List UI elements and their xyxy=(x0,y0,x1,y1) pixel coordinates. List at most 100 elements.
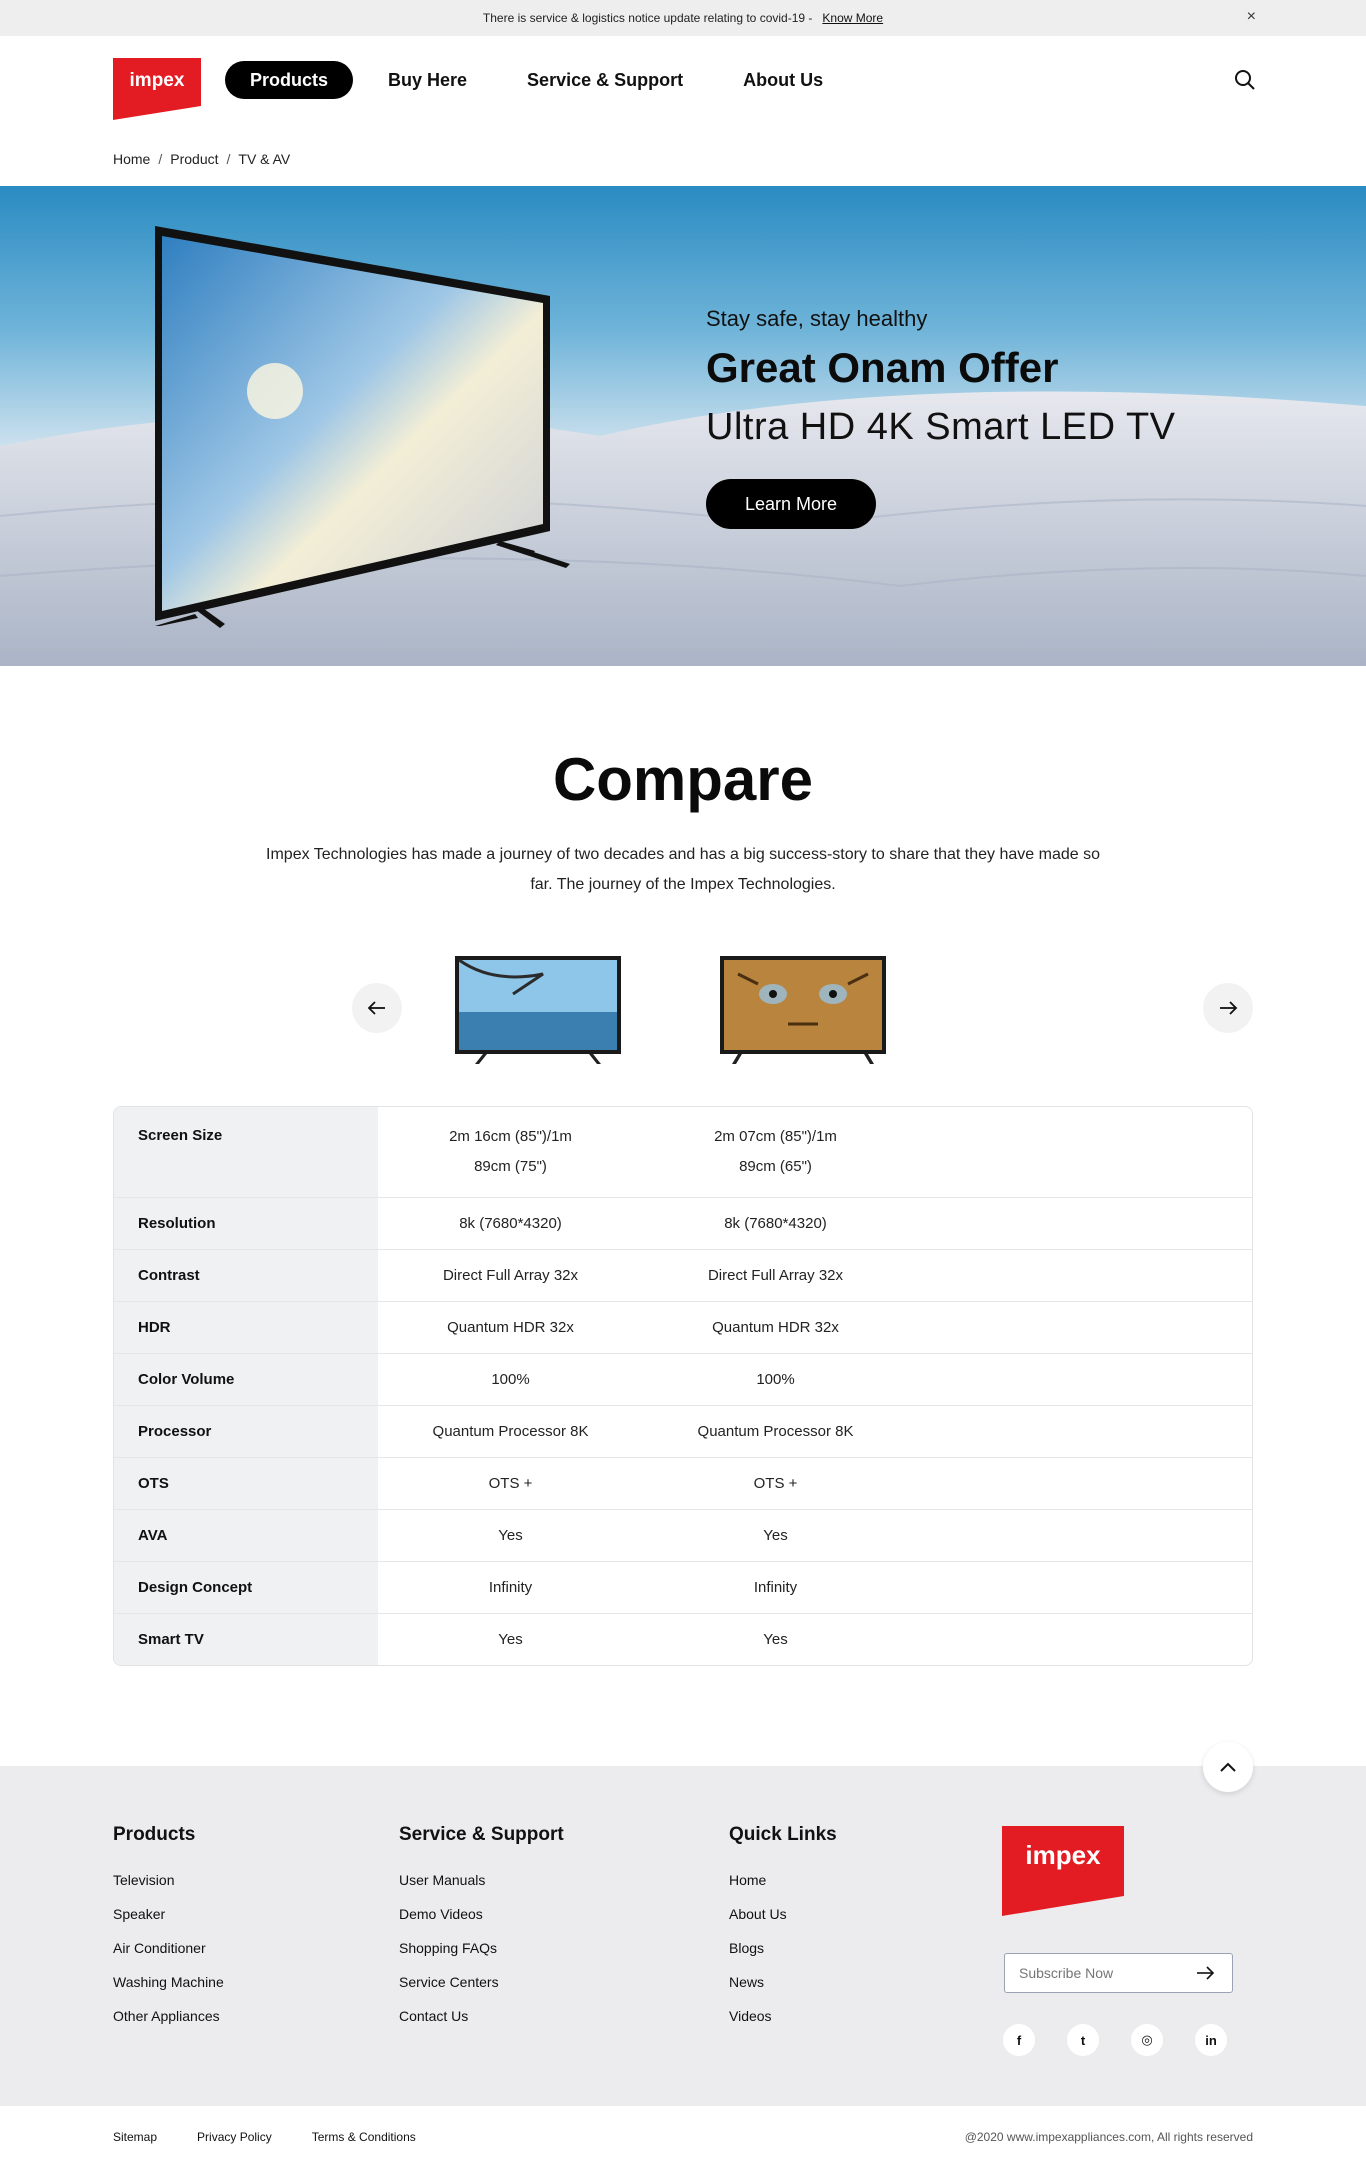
compare-cell: Yes xyxy=(763,1526,788,1544)
arrow-left-icon xyxy=(367,1001,385,1015)
footer-link[interactable]: About Us xyxy=(729,1906,837,1922)
know-more-link[interactable]: Know More xyxy=(822,11,883,25)
compare-empty-cell xyxy=(908,1107,1252,1197)
footer-link[interactable]: Washing Machine xyxy=(113,1974,224,1990)
terms-link[interactable]: Terms & Conditions xyxy=(312,2130,416,2144)
compare-row-label: Contrast xyxy=(114,1250,378,1301)
twitter-icon[interactable]: t xyxy=(1067,2024,1099,2056)
footer-link[interactable]: Contact Us xyxy=(399,2008,564,2024)
compare-row-label: AVA xyxy=(114,1510,378,1561)
compare-row: Smart TV Yes Yes xyxy=(114,1613,1252,1665)
compare-title: Compare xyxy=(552,746,814,813)
svg-text:impex: impex xyxy=(1025,1840,1101,1870)
compare-description: Impex Technologies has made a journey of… xyxy=(266,846,1100,893)
compare-table: Screen Size 2m 16cm (85")/1m 89cm (75") 2m… xyxy=(113,1106,1253,1666)
footer-impex-logo[interactable]: impex xyxy=(1002,1826,1124,1916)
copyright-text: @2020 www.impexappliances.com, All right… xyxy=(964,2130,1253,2144)
compare-row: Design Concept Infinity Infinity xyxy=(114,1561,1252,1613)
footer-link[interactable]: Demo Videos xyxy=(399,1906,564,1922)
compare-cell: Quantum Processor 8K xyxy=(697,1422,854,1440)
compare-cell: 8k (7680*4320) xyxy=(459,1214,562,1232)
compare-row-label: OTS xyxy=(114,1458,378,1509)
footer-link[interactable]: Air Conditioner xyxy=(113,1940,224,1956)
hero-model: Ultra HD 4K Smart LED TV xyxy=(706,406,1176,448)
footer-col-title: Products xyxy=(113,1824,196,1845)
impex-logo[interactable]: impex xyxy=(113,58,201,120)
subscribe-box xyxy=(1004,1953,1233,1993)
breadcrumb: Home / Product / TV & AV xyxy=(113,151,290,167)
product-image-1 xyxy=(453,954,623,1066)
compare-row-label: Color Volume xyxy=(114,1354,378,1405)
breadcrumb-home[interactable]: Home xyxy=(113,151,150,167)
footer-link[interactable]: Blogs xyxy=(729,1940,837,1956)
prev-arrow-button[interactable] xyxy=(352,983,402,1033)
next-arrow-button[interactable] xyxy=(1203,983,1253,1033)
compare-row: Color Volume 100% 100% xyxy=(114,1353,1252,1405)
notice-bar: There is service & logistics notice upda… xyxy=(0,0,1366,36)
footer-link[interactable]: Home xyxy=(729,1872,837,1888)
compare-row: Resolution 8k (7680*4320) 8k (7680*4320) xyxy=(114,1197,1252,1249)
subscribe-submit-button[interactable] xyxy=(1185,1954,1225,1992)
compare-row: OTS OTS + OTS + xyxy=(114,1457,1252,1509)
footer: Products Television Speaker Air Conditio… xyxy=(0,1766,1366,2106)
footer-link[interactable]: Other Appliances xyxy=(113,2008,224,2024)
compare-cell: Yes xyxy=(498,1526,523,1544)
search-icon[interactable] xyxy=(1233,68,1257,92)
subscribe-input[interactable] xyxy=(1005,1965,1185,1981)
compare-cell: Direct Full Array 32x xyxy=(442,1266,579,1284)
nav-item-about-us[interactable]: About Us xyxy=(718,61,848,99)
close-icon[interactable]: × xyxy=(1247,8,1256,26)
breadcrumb-separator: / xyxy=(158,151,163,167)
site-header: impex Products Buy Here Service & Suppor… xyxy=(0,36,1366,126)
compare-empty-cell xyxy=(908,1302,1252,1353)
compare-cell: Quantum HDR 32x xyxy=(447,1318,574,1336)
compare-cell: 2m 16cm (85")/1m 89cm (75") xyxy=(449,1128,572,1175)
compare-row: Processor Quantum Processor 8K Quantum Pro… xyxy=(114,1405,1252,1457)
main-nav: Products Buy Here Service & Support Abou… xyxy=(225,61,848,99)
compare-empty-cell xyxy=(908,1250,1252,1301)
footer-link[interactable]: User Manuals xyxy=(399,1872,564,1888)
compare-empty-cell xyxy=(908,1614,1252,1665)
compare-row: AVA Yes Yes xyxy=(114,1509,1252,1561)
facebook-icon[interactable]: f xyxy=(1003,2024,1035,2056)
sitemap-link[interactable]: Sitemap xyxy=(113,2130,157,2144)
compare-cell: OTS + xyxy=(488,1474,533,1492)
linkedin-icon[interactable]: in xyxy=(1195,2024,1227,2056)
breadcrumb-separator: / xyxy=(226,151,231,167)
footer-col-products: Products Television Speaker Air Conditio… xyxy=(113,1824,224,2042)
footer-link[interactable]: Shopping FAQs xyxy=(399,1940,564,1956)
nav-item-buy-here[interactable]: Buy Here xyxy=(363,61,492,99)
footer-link[interactable]: Speaker xyxy=(113,1906,224,1922)
footer-link[interactable]: News xyxy=(729,1974,837,1990)
compare-cell: Quantum Processor 8K xyxy=(432,1422,589,1440)
privacy-policy-link[interactable]: Privacy Policy xyxy=(197,2130,272,2144)
hero-subtitle: Stay safe, stay healthy xyxy=(706,306,928,331)
compare-row-label: Resolution xyxy=(114,1198,378,1249)
nav-item-service-support[interactable]: Service & Support xyxy=(502,61,708,99)
compare-empty-cell xyxy=(908,1354,1252,1405)
learn-more-button[interactable]: Learn More xyxy=(706,479,876,529)
compare-empty-cell xyxy=(908,1510,1252,1561)
footer-link[interactable]: Service Centers xyxy=(399,1974,564,1990)
product-image-2 xyxy=(718,954,888,1066)
arrow-right-icon xyxy=(1220,1001,1238,1015)
breadcrumb-tv-av: TV & AV xyxy=(238,151,291,167)
footer-link[interactable]: Television xyxy=(113,1872,224,1888)
compare-row-label: Design Concept xyxy=(114,1562,378,1613)
compare-cell: OTS + xyxy=(753,1474,798,1492)
hero-banner: Stay safe, stay healthy Great Onam Offer… xyxy=(0,186,1366,666)
nav-item-products[interactable]: Products xyxy=(225,61,354,99)
compare-cell: 8k (7680*4320) xyxy=(724,1214,827,1232)
compare-row-label: Screen Size xyxy=(114,1107,378,1197)
compare-cell: Infinity xyxy=(488,1578,533,1596)
compare-cell: Yes xyxy=(763,1630,788,1648)
instagram-icon[interactable]: ◎ xyxy=(1131,2024,1163,2056)
breadcrumb-product[interactable]: Product xyxy=(170,151,218,167)
compare-cell: Infinity xyxy=(753,1578,798,1596)
compare-empty-cell xyxy=(908,1198,1252,1249)
footer-link[interactable]: Videos xyxy=(729,2008,837,2024)
back-to-top-button[interactable] xyxy=(1203,1742,1253,1792)
footer-col-quick-links: Quick Links Home About Us Blogs News Vid… xyxy=(729,1824,837,2042)
bottom-bar: Sitemap Privacy Policy Terms & Condition… xyxy=(0,2106,1366,2165)
hero-title: Great Onam Offer xyxy=(706,344,1059,391)
